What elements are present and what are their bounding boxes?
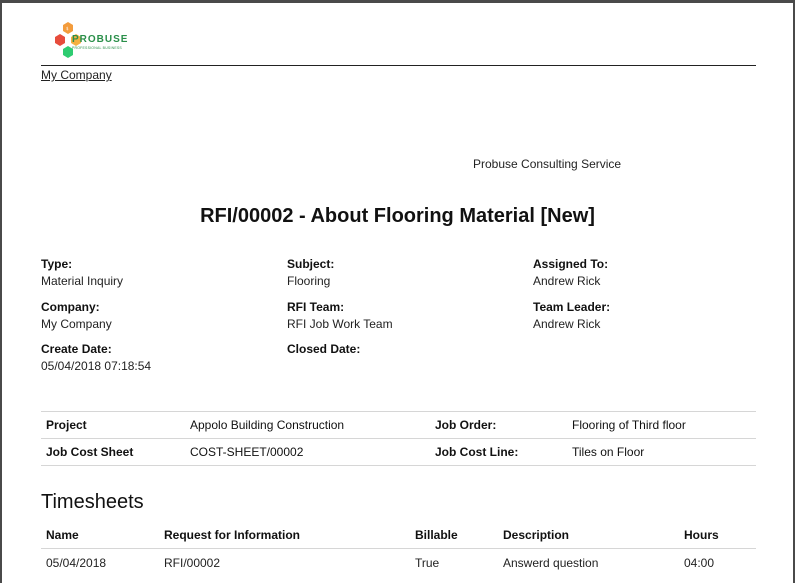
field-company-value: My Company: [41, 317, 112, 331]
project-value: Appolo Building Construction: [185, 411, 430, 439]
table-header-row: Name Request for Information Billable De…: [41, 522, 756, 549]
project-label: Project: [41, 411, 185, 439]
field-team-leader: Team Leader: Andrew Rick: [533, 300, 610, 331]
logo-text: PROBUSE: [72, 34, 129, 45]
field-subject-value: Flooring: [287, 274, 331, 288]
col-description-header: Description: [498, 522, 679, 549]
field-create-value: 05/04/2018 07:18:54: [41, 359, 152, 373]
cost-line-label: Job Cost Line:: [430, 438, 567, 466]
consulting-service-name: Probuse Consulting Service: [473, 157, 622, 171]
field-type-value: Material Inquiry: [41, 274, 124, 288]
job-order-label: Job Order:: [430, 411, 567, 439]
table-row: Job Cost Sheet COST-SHEET/00002 Job Cost…: [41, 438, 756, 466]
window-top-border: [0, 0, 795, 3]
field-assigned-label: Assigned To:: [533, 257, 609, 271]
field-type-label: Type:: [41, 257, 73, 271]
field-team-value: RFI Job Work Team: [287, 317, 393, 331]
project-info-table: Project Appolo Building Construction Job…: [41, 411, 756, 466]
ts-rfi-cell: RFI/00002: [164, 556, 221, 570]
field-closed-date: Closed Date:: [287, 342, 360, 359]
field-leader-label: Team Leader:: [533, 300, 611, 314]
field-subject-label: Subject:: [287, 257, 335, 271]
timesheets-table: Name Request for Information Billable De…: [41, 522, 756, 577]
ts-hours-cell: 04:00: [684, 556, 715, 570]
col-name-header: Name: [41, 522, 159, 549]
field-create-date: Create Date: 05/04/2018 07:18:54: [41, 342, 151, 373]
ts-billable-cell: True: [415, 556, 440, 570]
field-create-label: Create Date:: [41, 342, 112, 356]
field-rfi-team: RFI Team: RFI Job Work Team: [287, 300, 393, 331]
field-team-label: RFI Team:: [287, 300, 345, 314]
logo-tagline: PROFESSIONAL BUSINESS: [72, 46, 122, 50]
table-row: Project Appolo Building Construction Job…: [41, 411, 756, 439]
col-hours-header: Hours: [679, 522, 756, 549]
cost-sheet-value: COST-SHEET/00002: [185, 438, 430, 466]
field-assigned-value: Andrew Rick: [533, 274, 601, 288]
field-subject: Subject: Flooring: [287, 257, 334, 288]
window-left-border: [0, 0, 2, 583]
field-leader-value: Andrew Rick: [533, 317, 601, 331]
field-assigned-to: Assigned To: Andrew Rick: [533, 257, 608, 288]
document-title: RFI/00002 - About Flooring Material [New…: [200, 205, 595, 227]
field-closed-label: Closed Date:: [287, 342, 361, 356]
cost-sheet-label: Job Cost Sheet: [41, 438, 185, 466]
field-company-label: Company:: [41, 300, 100, 314]
table-row: 05/04/2018 RFI/00002 True Answerd questi…: [41, 549, 756, 578]
job-order-value: Flooring of Third floor: [567, 411, 756, 439]
col-rfi-header: Request for Information: [159, 522, 410, 549]
timesheets-heading: Timesheets: [41, 491, 144, 513]
cost-line-value: Tiles on Floor: [567, 438, 756, 466]
header-company-name: My Company: [41, 68, 112, 82]
header-divider: [41, 65, 756, 66]
ts-name-cell: 05/04/2018: [46, 556, 107, 570]
col-billable-header: Billable: [410, 522, 498, 549]
field-company: Company: My Company: [41, 300, 112, 331]
ts-description-cell: Answerd question: [503, 556, 599, 570]
field-type: Type: Material Inquiry: [41, 257, 123, 288]
